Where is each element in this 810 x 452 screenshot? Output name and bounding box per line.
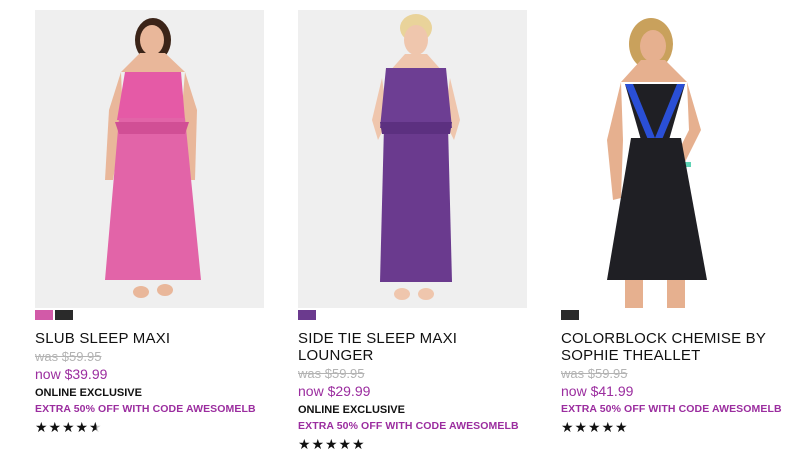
product-card: SIDE TIE SLEEP MAXI LOUNGER was $59.95 n… [298, 10, 528, 451]
product-name[interactable]: SIDE TIE SLEEP MAXI LOUNGER [298, 330, 528, 364]
original-price: was $59.95 [298, 366, 365, 381]
product-card: SLUB SLEEP MAXI was $59.95 now $39.99 ON… [35, 10, 265, 434]
original-price: was $59.95 [561, 366, 628, 381]
star-icon: ★ [561, 419, 574, 435]
star-icon: ★ [75, 419, 89, 435]
star-rating[interactable]: ★ ★ ★ ★ ★ [35, 420, 265, 434]
color-swatch-purple[interactable] [298, 310, 316, 320]
star-icon: ★ [62, 419, 75, 435]
color-swatch-black[interactable] [561, 310, 579, 320]
star-icon: ★ [615, 419, 628, 435]
star-icon: ★ [338, 436, 352, 452]
color-swatch-pink[interactable] [35, 310, 53, 320]
star-icon: ★ [601, 419, 615, 435]
sale-price: now $41.99 [561, 383, 634, 399]
color-swatches [561, 310, 791, 320]
star-icon: ★ [325, 436, 338, 452]
star-rating[interactable]: ★ ★ ★ ★ ★ [298, 437, 528, 451]
color-swatches [298, 310, 528, 320]
star-icon: ★ [48, 419, 62, 435]
product-image[interactable] [561, 10, 790, 308]
promo-code-text: EXTRA 50% OFF WITH CODE AWESOMELB [35, 403, 256, 415]
star-rating[interactable]: ★ ★ ★ ★ ★ [561, 420, 791, 434]
product-card: COLORBLOCK CHEMISE BY SOPHIE THEALLET wa… [561, 10, 791, 434]
product-name[interactable]: SLUB SLEEP MAXI [35, 330, 265, 347]
star-icon: ★ [35, 419, 48, 435]
sale-price: now $39.99 [35, 366, 108, 382]
star-icon: ★ [588, 419, 601, 435]
star-icon: ★ [298, 436, 311, 452]
half-star-icon: ★ [89, 419, 102, 435]
online-exclusive-label: ONLINE EXCLUSIVE [35, 387, 142, 399]
product-image[interactable] [298, 10, 527, 308]
color-swatches [35, 310, 265, 320]
star-icon: ★ [352, 436, 365, 452]
online-exclusive-label: ONLINE EXCLUSIVE [298, 404, 405, 416]
promo-code-text: EXTRA 50% OFF WITH CODE AWESOMELB [298, 420, 519, 432]
promo-code-text: EXTRA 50% OFF WITH CODE AWESOMELB [561, 403, 782, 415]
color-swatch-black[interactable] [55, 310, 73, 320]
star-icon: ★ [311, 436, 325, 452]
original-price: was $59.95 [35, 349, 102, 364]
sale-price: now $29.99 [298, 383, 371, 399]
product-name[interactable]: COLORBLOCK CHEMISE BY SOPHIE THEALLET [561, 330, 791, 364]
product-image[interactable] [35, 10, 264, 308]
star-icon: ★ [574, 419, 588, 435]
